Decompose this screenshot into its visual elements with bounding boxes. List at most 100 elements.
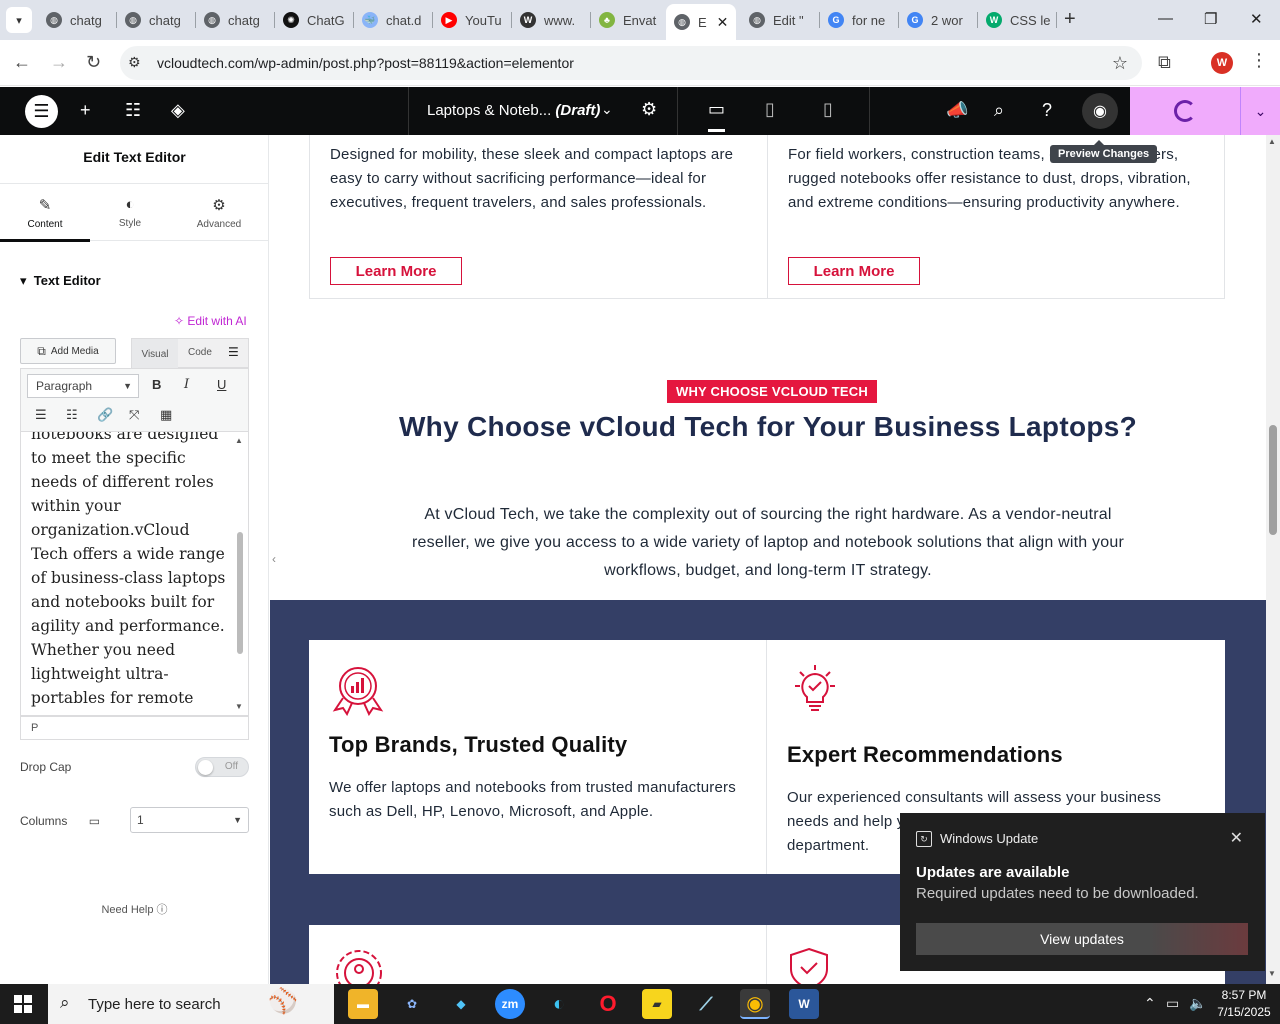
cube-app-icon[interactable]: ◆ [446,989,476,1019]
canvas-scroll-thumb[interactable] [1269,425,1277,535]
word-icon[interactable]: W [789,989,819,1019]
publish-options-chevron-icon[interactable]: ⌄ [1240,87,1280,135]
opera-icon[interactable]: O [593,989,623,1019]
tab-content[interactable]: ✎ Content [0,184,90,242]
tab-style[interactable]: ◐ Style [85,184,175,242]
tab-label: ChatG [307,12,345,28]
close-icon[interactable]: ✕ [1230,828,1243,848]
italic-icon[interactable]: I [184,377,189,392]
document-selector[interactable]: Laptops & Noteb... (Draft) ⌄ ⚙ [408,87,678,135]
desktop-responsive-icon[interactable]: ▭ [89,814,100,828]
browser-tab[interactable]: ◍ chatg [117,6,196,34]
site-info-icon[interactable]: ⚙ [128,54,141,71]
windows-taskbar: ⌕ Type here to search ⚾ ▬ ✿ ◆ zm ◐ O ▰ ⟋… [0,984,1280,1024]
code-tab[interactable]: Code [188,347,212,358]
numbered-list-icon[interactable]: ☷ [66,407,78,423]
bold-icon[interactable]: B [152,377,161,392]
canvas-scrollbar[interactable]: ▲ ▼ [1266,135,1280,984]
zoom-icon[interactable]: zm [495,989,525,1019]
volume-icon[interactable]: 🔈 [1189,995,1206,1012]
structure-layers-icon[interactable]: ◈ [171,100,185,121]
help-icon[interactable]: ? [1042,100,1052,121]
edit-with-ai-link[interactable]: ✧ Edit with AI [174,314,247,328]
windows-start-icon[interactable] [14,995,32,1013]
toolbar-toggle-icon[interactable]: ☰ [228,345,239,359]
browser-tab[interactable]: W CSS le [978,6,1057,34]
whats-new-megaphone-icon[interactable]: 📣 [946,100,968,121]
browser-tab[interactable]: ◍ E ✕ [666,4,736,40]
browser-tab[interactable]: Wwww. [512,6,591,34]
close-window-button[interactable]: ✕ [1250,10,1263,28]
columns-select[interactable]: 1 ▼ [130,807,249,833]
new-tab-button[interactable]: + [1064,9,1076,29]
text-editor-area[interactable]: notebooks are designed to meet the speci… [20,432,249,716]
scroll-down-arrow-icon[interactable]: ▼ [235,702,243,711]
search-icon[interactable]: ⌕ [994,100,1004,121]
file-explorer-icon[interactable]: ▬ [348,989,378,1019]
preview-eye-icon[interactable]: ◉ [1082,93,1118,129]
section-toggle-text-editor[interactable]: ▾ Text Editor [20,273,101,289]
editor-scroll-thumb[interactable] [237,532,243,654]
browser-tab[interactable]: ◍ chatg [196,6,275,34]
editor-content[interactable]: notebooks are designed to meet the speci… [31,432,229,715]
browser-tab[interactable]: G 2 wor [899,6,978,34]
extensions-icon[interactable]: ⧉ [1158,52,1171,73]
address-bar[interactable]: ⚙ vcloudtech.com/wp-admin/post.php?post=… [120,46,1142,80]
forward-button[interactable]: → [50,52,68,73]
editor-scrollbar[interactable]: ▲ ▼ [234,432,246,715]
drop-cap-toggle[interactable]: Off [195,757,249,777]
link-icon[interactable]: 🔗 [97,407,113,423]
browser-tab[interactable]: Gfor ne [820,6,899,34]
visual-tab[interactable]: Visual [132,339,178,369]
browser-tab[interactable]: ▶ YouTu [433,6,512,34]
back-button[interactable]: ← [13,52,31,73]
mobile-device-icon[interactable]: ▯ [823,99,833,120]
need-help-link[interactable]: Need Help ⓘ [0,901,269,917]
bookmark-star-icon[interactable]: ☆ [1112,53,1128,74]
close-tab-icon[interactable]: ✕ [717,14,729,31]
show-hidden-icons-chevron-icon[interactable]: ⌃ [1144,995,1156,1012]
browser-tab[interactable]: 🐳 chat.d [354,6,433,34]
elementor-logo-icon[interactable]: ☰ [25,95,58,128]
browser-tab[interactable]: ✺ ChatG [275,6,354,34]
site-settings-sliders-icon[interactable]: ☷ [125,100,141,121]
edge-icon[interactable]: ◐ [544,989,574,1019]
tablet-device-icon[interactable]: ▯ [765,99,775,120]
scroll-down-arrow-icon[interactable]: ▼ [1268,969,1276,978]
learn-more-button-right[interactable]: Learn More [788,257,920,285]
restore-button[interactable]: ❐ [1204,10,1217,28]
tab-label: YouTu [465,12,502,28]
scroll-up-arrow-icon[interactable]: ▲ [1268,137,1276,146]
paint-icon[interactable]: ✿ [397,989,427,1019]
browser-tab[interactable]: ♣ Envat [591,6,670,34]
envato-icon: ♣ [599,12,615,28]
minimize-button[interactable]: — [1158,10,1173,27]
underline-icon[interactable]: U [217,377,226,392]
collapse-panel-icon[interactable]: ‹ [272,552,276,566]
add-element-icon[interactable]: + [80,100,91,121]
desktop-device-icon[interactable]: ▭ [708,99,726,132]
browser-tab[interactable]: ◍ Edit " [741,6,820,34]
notepad-icon[interactable]: ⟋ [691,989,721,1019]
learn-more-button-left[interactable]: Learn More [330,257,462,285]
paragraph-format-select[interactable]: Paragraph ▼ [27,374,139,398]
fullscreen-icon[interactable]: ⤧ [129,407,139,423]
scroll-up-arrow-icon[interactable]: ▲ [235,436,243,445]
tab-advanced[interactable]: ⚙ Advanced [174,184,264,242]
network-icon[interactable]: ▭ [1166,995,1179,1012]
profile-avatar[interactable]: W [1211,52,1233,74]
table-icon[interactable]: ▦ [160,407,172,423]
taskbar-clock[interactable]: 8:57 PM 7/15/2025 [1214,987,1274,1021]
browser-tab[interactable]: ◍ chatg [38,6,117,34]
bullet-list-icon[interactable]: ☰ [35,407,47,423]
add-media-button[interactable]: ⧉ Add Media [20,338,116,364]
tab-search-dropdown[interactable]: ▾ [6,7,32,33]
sticky-notes-icon[interactable]: ▰ [642,989,672,1019]
publish-button[interactable] [1130,87,1240,135]
view-updates-button[interactable]: View updates [916,923,1248,955]
page-settings-gear-icon[interactable]: ⚙ [641,99,657,120]
chrome-icon[interactable]: ◉ [740,989,770,1019]
reload-button[interactable]: ↻ [86,52,101,73]
taskbar-search-box[interactable]: ⌕ Type here to search ⚾ [48,984,334,1024]
browser-menu-icon[interactable]: ⋮ [1250,50,1268,71]
